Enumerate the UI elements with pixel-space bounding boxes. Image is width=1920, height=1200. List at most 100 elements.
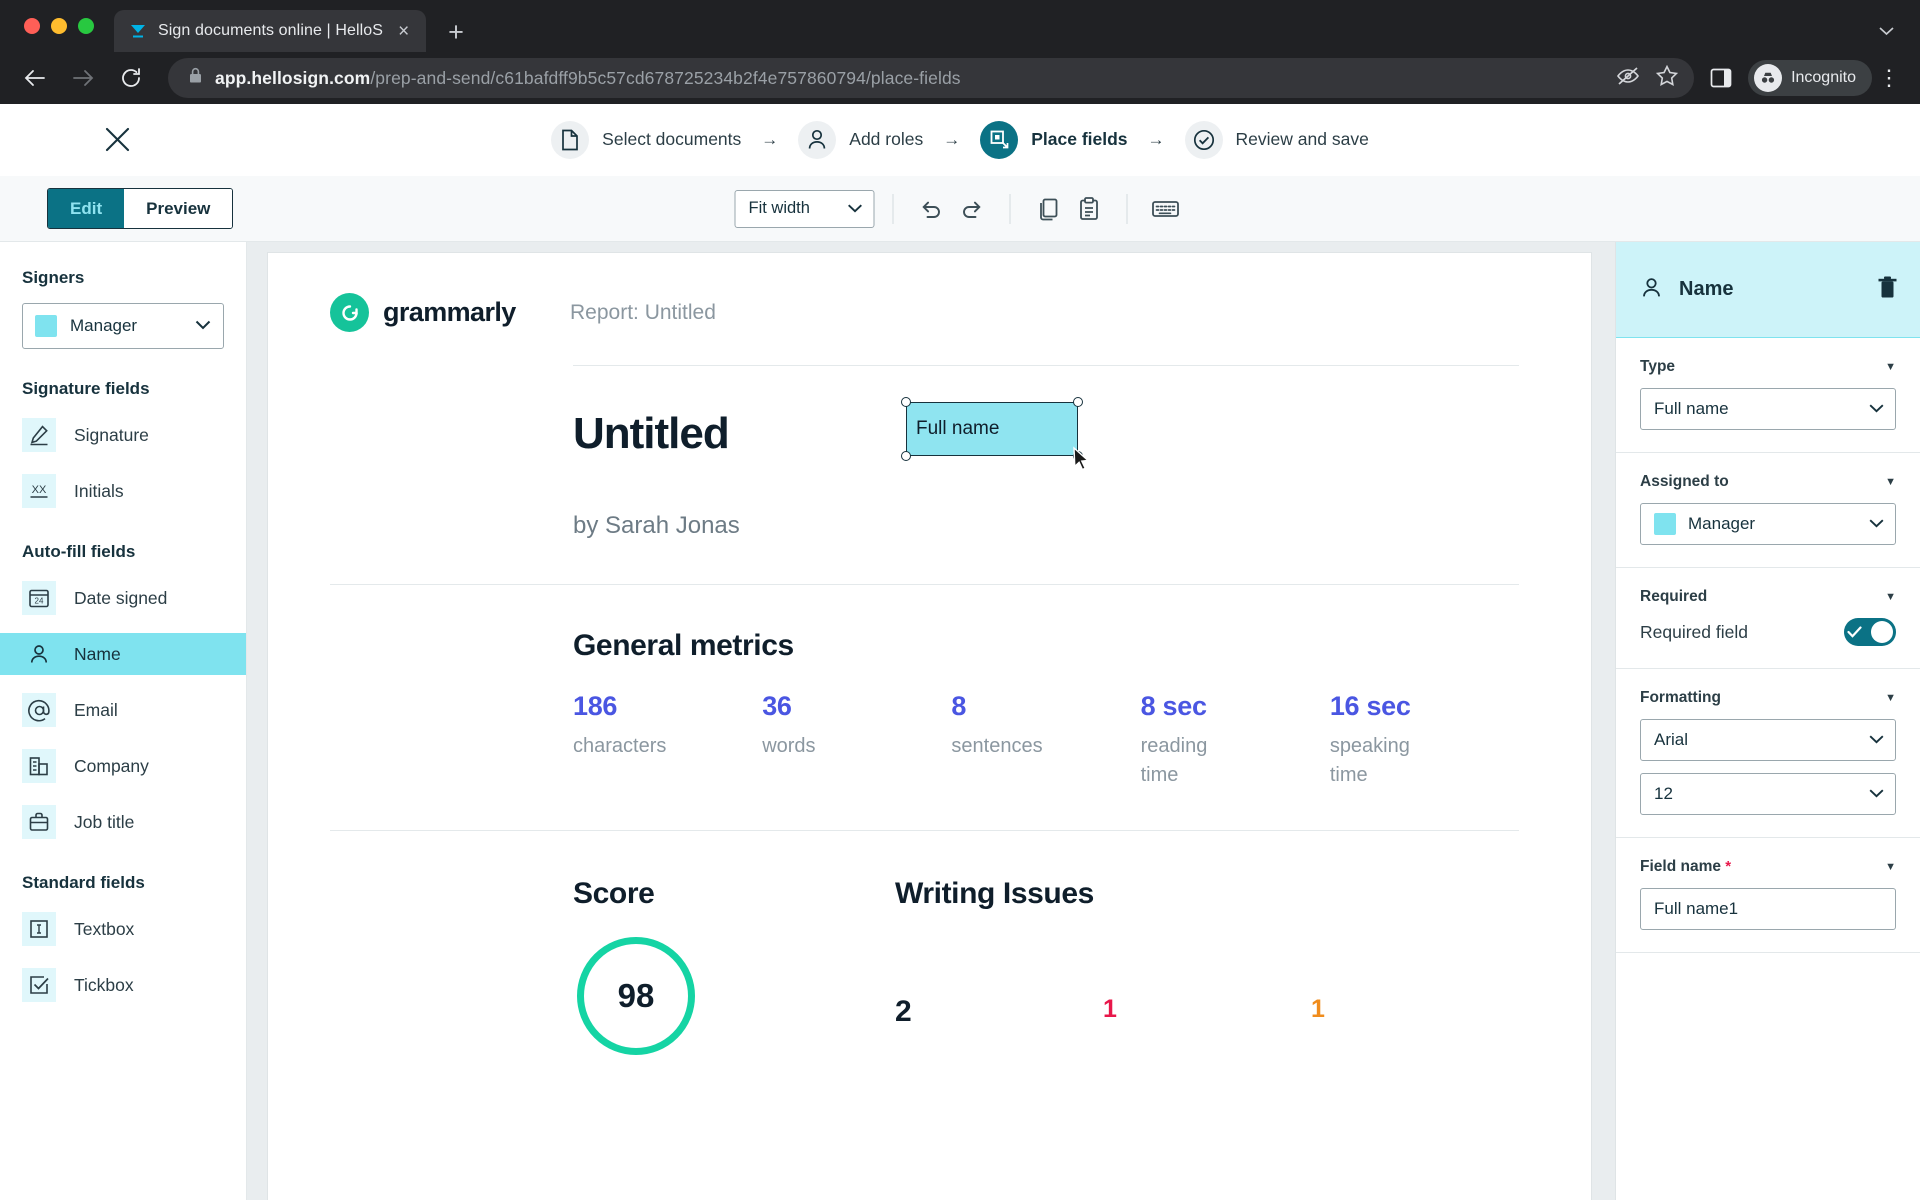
metric-words: 36 words xyxy=(762,691,951,790)
type-section-header[interactable]: Type ▼ xyxy=(1640,358,1896,376)
signer-select[interactable]: Manager xyxy=(22,303,224,349)
edit-preview-toggle[interactable]: Edit Preview xyxy=(47,188,234,229)
close-tab-button[interactable]: × xyxy=(393,19,414,44)
type-select[interactable]: Full name xyxy=(1640,388,1896,430)
resize-handle-bottom-left[interactable] xyxy=(901,451,911,461)
assigned-to-label: Assigned to xyxy=(1640,473,1729,490)
document-page[interactable]: grammarly Report: Untitled Untitled Full… xyxy=(267,252,1592,1200)
metric-value: 36 xyxy=(762,691,792,721)
step-add-roles[interactable]: Add roles xyxy=(798,120,923,159)
assignee-color-swatch xyxy=(1654,513,1676,535)
font-size-select[interactable]: 12 xyxy=(1640,773,1896,815)
redo-icon[interactable] xyxy=(952,189,992,229)
sidebar-item-tickbox[interactable]: Tickbox xyxy=(0,964,246,1006)
back-button[interactable] xyxy=(14,57,56,99)
field-name-input[interactable]: Full name1 xyxy=(1640,888,1896,930)
sidebar-item-label: Company xyxy=(74,755,149,776)
caret-down-icon[interactable]: ▼ xyxy=(1885,361,1896,373)
trash-icon[interactable] xyxy=(1877,276,1898,304)
caret-down-icon[interactable]: ▼ xyxy=(1885,591,1896,603)
briefcase-icon xyxy=(22,805,56,839)
sidebar-item-email[interactable]: Email xyxy=(0,689,246,731)
browser-tab[interactable]: Sign documents online | HelloS × xyxy=(114,10,427,52)
undo-icon[interactable] xyxy=(912,189,952,229)
chevron-down-icon[interactable] xyxy=(1879,23,1894,40)
document-title-row: Untitled Full name xyxy=(330,397,1519,471)
maximize-window-button[interactable] xyxy=(78,18,94,34)
resize-handle-top-right[interactable] xyxy=(1073,397,1083,407)
url-host: app.hellosign.com xyxy=(215,67,371,88)
placed-field-full-name[interactable]: Full name xyxy=(901,397,1090,471)
document-canvas[interactable]: grammarly Report: Untitled Untitled Full… xyxy=(247,242,1615,1200)
tab-preview[interactable]: Preview xyxy=(124,189,233,228)
chevron-down-icon xyxy=(195,317,211,335)
grammarly-logo: grammarly xyxy=(330,293,570,332)
hellosign-icon xyxy=(128,21,148,41)
close-icon[interactable] xyxy=(100,123,134,157)
copy-icon[interactable] xyxy=(1029,189,1069,229)
grammarly-mark-icon xyxy=(330,293,369,332)
document-header: grammarly Report: Untitled xyxy=(330,293,1519,332)
field-name-section-header[interactable]: Field name * ▼ xyxy=(1640,858,1896,876)
sidebar-item-label: Signature xyxy=(74,424,149,445)
required-field-row: Required field xyxy=(1640,618,1896,646)
font-family-select[interactable]: Arial xyxy=(1640,719,1896,761)
formatting-section-header[interactable]: Formatting ▼ xyxy=(1640,689,1896,707)
caret-down-icon[interactable]: ▼ xyxy=(1885,692,1896,704)
chevron-down-icon xyxy=(1869,515,1884,533)
browser-menu-icon[interactable]: ⋮ xyxy=(1878,67,1900,89)
reload-button[interactable] xyxy=(110,57,152,99)
step-review-and-save[interactable]: Review and save xyxy=(1184,120,1369,159)
document-byline: by Sarah Jonas xyxy=(573,512,740,539)
side-panel-icon[interactable] xyxy=(1700,57,1742,99)
divider xyxy=(573,365,1519,366)
minimize-window-button[interactable] xyxy=(51,18,67,34)
step-select-documents[interactable]: Select documents xyxy=(551,120,741,159)
address-bar[interactable]: app.hellosign.com/prep-and-send/c61bafdf… xyxy=(168,58,1695,98)
tab-edit[interactable]: Edit xyxy=(48,189,125,228)
bookmark-star-icon[interactable] xyxy=(1655,64,1679,91)
mouse-cursor-icon xyxy=(1071,446,1093,477)
assigned-to-select[interactable]: Manager xyxy=(1640,503,1896,545)
formatting-section: Formatting ▼ Arial 12 xyxy=(1616,669,1920,838)
step-label: Place fields xyxy=(1031,129,1128,149)
required-label: Required xyxy=(1640,588,1708,605)
standard-fields-heading: Standard fields xyxy=(22,873,145,892)
caret-down-icon[interactable]: ▼ xyxy=(1885,861,1896,873)
general-metrics-heading: General metrics xyxy=(573,629,794,662)
sidebar-item-company[interactable]: Company xyxy=(0,745,246,787)
paste-icon[interactable] xyxy=(1069,189,1109,229)
incognito-profile-button[interactable]: Incognito xyxy=(1748,60,1872,96)
field-name-section: Field name * ▼ Full name1 xyxy=(1616,838,1920,953)
score-ring: 98 xyxy=(577,937,695,1055)
window-traffic-lights[interactable] xyxy=(18,0,114,52)
assigned-to-section-header[interactable]: Assigned to ▼ xyxy=(1640,473,1896,491)
hide-password-icon[interactable] xyxy=(1616,66,1640,91)
toolbar-divider xyxy=(1009,193,1011,224)
sidebar-item-name[interactable]: Name xyxy=(0,633,246,675)
metric-characters: 186 characters xyxy=(573,691,762,790)
sidebar-item-job-title[interactable]: Job title xyxy=(0,801,246,843)
forward-button[interactable] xyxy=(62,57,104,99)
sidebar-item-date-signed[interactable]: 24 Date signed xyxy=(0,577,246,619)
zoom-level-select[interactable]: Fit width xyxy=(734,189,875,228)
caret-down-icon[interactable]: ▼ xyxy=(1885,476,1896,488)
step-place-fields[interactable]: Place fields xyxy=(980,120,1128,159)
font-size-value: 12 xyxy=(1654,784,1673,803)
wizard-stepper: Select documents → Add roles → Place fie… xyxy=(551,120,1369,159)
omnibox-row: app.hellosign.com/prep-and-send/c61bafdf… xyxy=(0,52,1920,104)
metric-reading-time: 8 sec reading time xyxy=(1141,691,1330,790)
resize-handle-top-left[interactable] xyxy=(901,397,911,407)
assigned-to-section: Assigned to ▼ Manager xyxy=(1616,453,1920,568)
sidebar-item-textbox[interactable]: Textbox xyxy=(0,908,246,950)
sidebar-item-initials[interactable]: XX Initials xyxy=(0,470,246,512)
keyboard-icon[interactable] xyxy=(1146,189,1186,229)
new-tab-button[interactable]: + xyxy=(448,19,464,46)
required-section-header[interactable]: Required ▼ xyxy=(1640,588,1896,606)
required-field-toggle[interactable] xyxy=(1844,618,1896,646)
sidebar-item-signature[interactable]: Signature xyxy=(0,414,246,456)
step-arrow-icon: → xyxy=(1147,129,1165,149)
close-window-button[interactable] xyxy=(24,18,40,34)
field-name-value: Full name1 xyxy=(1654,899,1739,918)
chevron-down-icon xyxy=(1869,731,1884,749)
